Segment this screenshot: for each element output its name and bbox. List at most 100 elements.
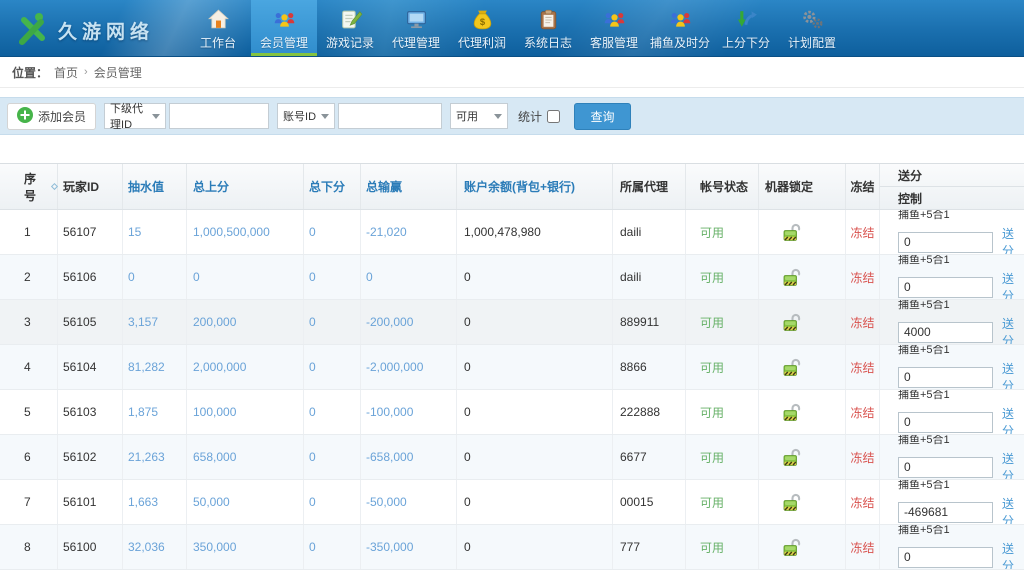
nav-item-4[interactable]: 代理管理 (383, 0, 449, 57)
winloss-link[interactable]: -50,000 (361, 480, 457, 524)
score-input[interactable] (898, 277, 993, 298)
unlock-icon[interactable] (781, 357, 802, 378)
balance-cell: 0 (457, 345, 613, 389)
nav-item-1[interactable]: 工作台 (185, 0, 251, 57)
nav-item-9[interactable]: 上分下分 (713, 0, 779, 57)
status-select[interactable]: 可用 (450, 103, 508, 129)
player-id-cell: 56107 (58, 210, 123, 254)
agent-id-select[interactable]: 下级代理ID (104, 103, 166, 129)
send-score-link[interactable]: 送分 (1002, 270, 1024, 299)
send-score-link[interactable]: 送分 (1002, 225, 1024, 254)
unlock-icon[interactable] (781, 267, 802, 288)
stats-checkbox[interactable] (547, 110, 560, 123)
total-up-link[interactable]: 1,000,500,000 (187, 210, 304, 254)
nav-item-6[interactable]: 系统日志 (515, 0, 581, 57)
score-input[interactable] (898, 322, 993, 343)
header-total-up[interactable]: 总上分 (187, 164, 304, 209)
header-seq[interactable]: 序号 (0, 164, 58, 209)
unlock-icon[interactable] (781, 537, 802, 558)
add-member-button[interactable]: 添加会员 (7, 103, 96, 130)
nav-item-5[interactable]: $代理利润 (449, 0, 515, 57)
total-down-link[interactable]: 0 (304, 390, 361, 434)
total-down-link[interactable]: 0 (304, 435, 361, 479)
pump-value-link[interactable]: 1,663 (123, 480, 187, 524)
send-score-link[interactable]: 送分 (1002, 315, 1024, 344)
score-input[interactable] (898, 547, 993, 568)
pump-value-link[interactable]: 21,263 (123, 435, 187, 479)
total-down-link[interactable]: 0 (304, 525, 361, 569)
pump-value-link[interactable]: 32,036 (123, 525, 187, 569)
total-down-link[interactable]: 0 (304, 300, 361, 344)
header-balance[interactable]: 账户余额(背包+银行) (457, 164, 613, 209)
send-score-link[interactable]: 送分 (1002, 540, 1024, 569)
nav-item-3[interactable]: 游戏记录 (317, 0, 383, 57)
agent-cell: 6677 (613, 435, 686, 479)
freeze-link[interactable]: 冻结 (850, 314, 874, 331)
winloss-link[interactable]: -200,000 (361, 300, 457, 344)
winloss-link[interactable]: -2,000,000 (361, 345, 457, 389)
nav-item-10[interactable]: 计划配置 (779, 0, 845, 57)
pump-value-link[interactable]: 81,282 (123, 345, 187, 389)
unlock-icon[interactable] (781, 402, 802, 423)
score-input[interactable] (898, 367, 993, 388)
total-down-link[interactable]: 0 (304, 255, 361, 299)
control-game-label: 捕鱼+5合1 (898, 435, 950, 448)
nav-item-8[interactable]: 捕鱼及时分 (647, 0, 713, 57)
freeze-link[interactable]: 冻结 (850, 449, 874, 466)
unlock-icon[interactable] (781, 222, 802, 243)
account-input[interactable] (338, 103, 442, 129)
total-up-link[interactable]: 100,000 (187, 390, 304, 434)
pump-value-link[interactable]: 0 (123, 255, 187, 299)
header-total-down[interactable]: 总下分 (304, 164, 361, 209)
unlock-icon[interactable] (781, 447, 802, 468)
total-down-link[interactable]: 0 (304, 210, 361, 254)
account-select[interactable]: 账号ID (277, 103, 335, 129)
breadcrumb-separator: › (84, 66, 88, 78)
nav-item-7[interactable]: 客服管理 (581, 0, 647, 57)
score-input[interactable] (898, 502, 993, 523)
total-up-link[interactable]: 2,000,000 (187, 345, 304, 389)
total-down-link[interactable]: 0 (304, 345, 361, 389)
header-freeze: 冻结 (846, 164, 880, 209)
query-button[interactable]: 查询 (574, 103, 631, 130)
winloss-link[interactable]: -100,000 (361, 390, 457, 434)
unlock-icon[interactable] (781, 492, 802, 513)
freeze-link[interactable]: 冻结 (850, 494, 874, 511)
send-score-link[interactable]: 送分 (1002, 450, 1024, 479)
winloss-link[interactable]: 0 (361, 255, 457, 299)
total-up-link[interactable]: 200,000 (187, 300, 304, 344)
total-up-link[interactable]: 0 (187, 255, 304, 299)
winloss-link[interactable]: -658,000 (361, 435, 457, 479)
send-score-link[interactable]: 送分 (1002, 360, 1024, 389)
pump-value-link[interactable]: 1,875 (123, 390, 187, 434)
total-up-link[interactable]: 658,000 (187, 435, 304, 479)
total-up-link[interactable]: 50,000 (187, 480, 304, 524)
freeze-link[interactable]: 冻结 (850, 224, 874, 241)
freeze-link[interactable]: 冻结 (850, 404, 874, 421)
agent-id-input[interactable] (169, 103, 269, 129)
seq-cell: 5 (0, 390, 58, 434)
brand-figure-icon (14, 8, 52, 53)
score-input[interactable] (898, 412, 993, 433)
score-input[interactable] (898, 457, 993, 478)
header-pump[interactable]: 抽水值 (123, 164, 187, 209)
freeze-link[interactable]: 冻结 (850, 269, 874, 286)
total-up-link[interactable]: 350,000 (187, 525, 304, 569)
header-winloss[interactable]: 总输赢 (361, 164, 457, 209)
score-input[interactable] (898, 232, 993, 253)
breadcrumb-home-link[interactable]: 首页 (54, 64, 78, 81)
pump-value-link[interactable]: 3,157 (123, 300, 187, 344)
send-score-link[interactable]: 送分 (1002, 495, 1024, 524)
home-icon (206, 6, 231, 32)
service-manage-icon (602, 6, 627, 32)
unlock-icon[interactable] (781, 312, 802, 333)
nav-item-2[interactable]: 会员管理 (251, 0, 317, 57)
send-score-link[interactable]: 送分 (1002, 405, 1024, 434)
winloss-link[interactable]: -21,020 (361, 210, 457, 254)
total-down-link[interactable]: 0 (304, 480, 361, 524)
freeze-link[interactable]: 冻结 (850, 539, 874, 556)
winloss-link[interactable]: -350,000 (361, 525, 457, 569)
freeze-link[interactable]: 冻结 (850, 359, 874, 376)
pump-value-link[interactable]: 15 (123, 210, 187, 254)
chevron-down-icon (152, 114, 160, 119)
